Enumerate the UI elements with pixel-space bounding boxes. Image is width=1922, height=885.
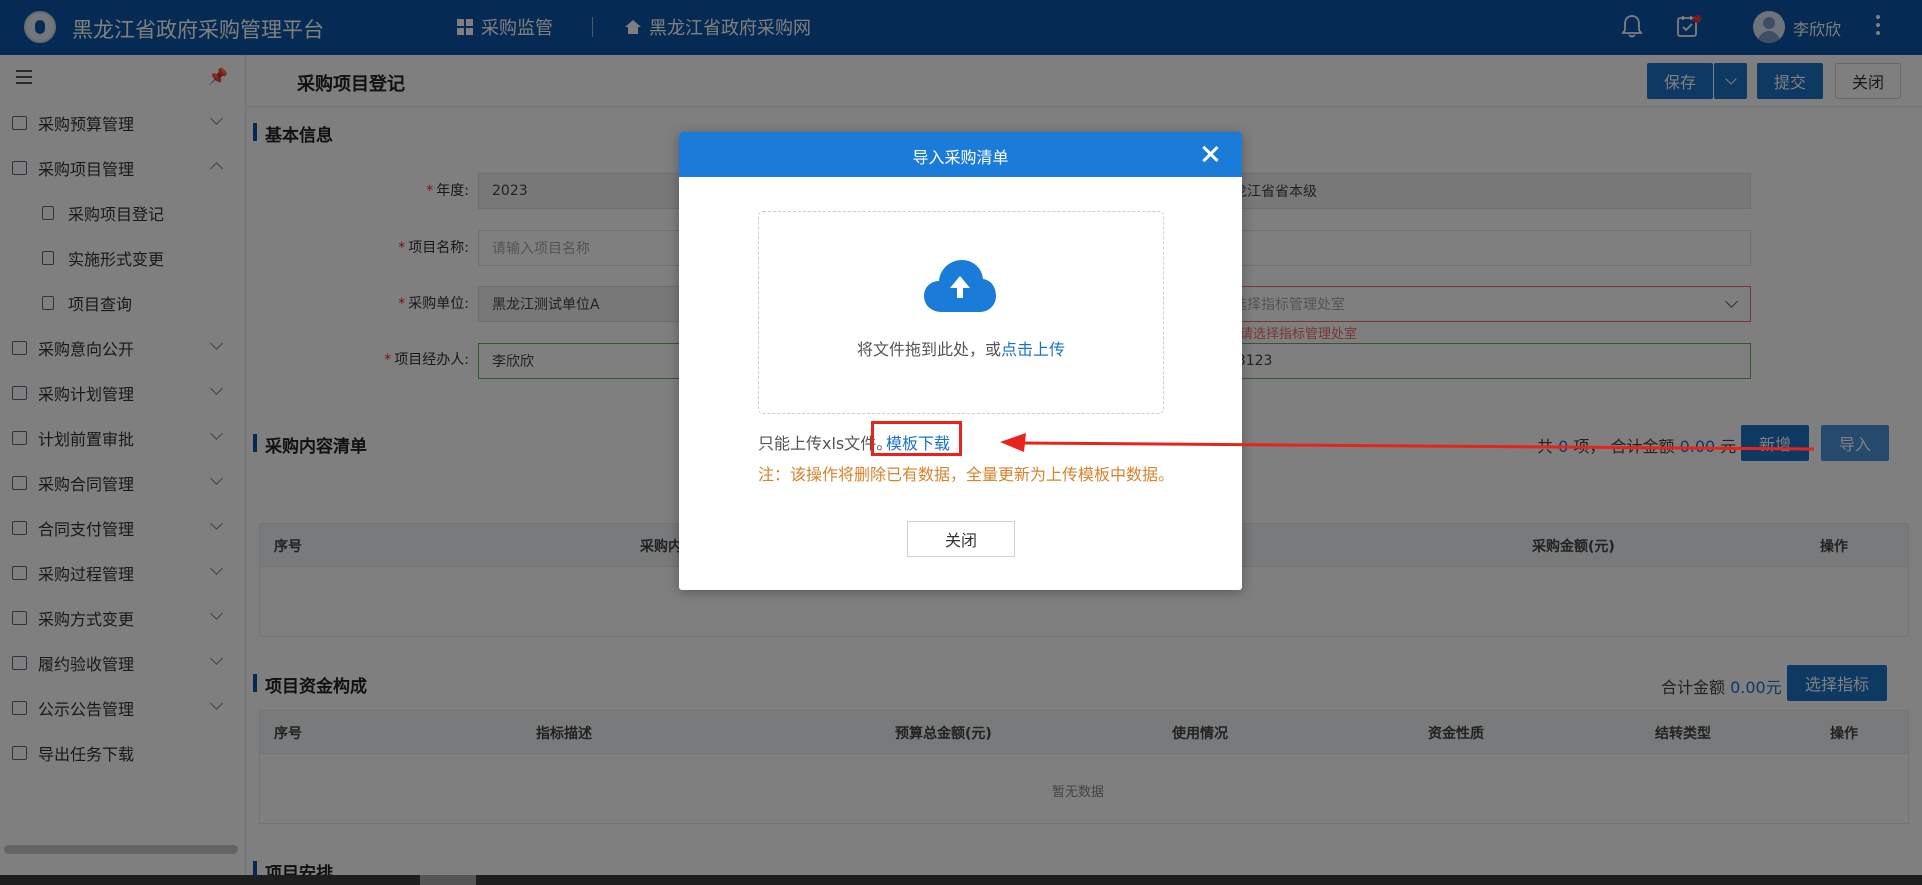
close-icon[interactable] bbox=[1200, 144, 1220, 164]
annotation-highlight-box bbox=[871, 421, 962, 456]
click-upload-link[interactable]: 点击上传 bbox=[1001, 340, 1065, 359]
horizontal-scrollbar[interactable] bbox=[0, 875, 1922, 885]
import-dialog: 导入采购清单 将文件拖到此处，或点击上传 只能上传xls文件。 模板下载 注：该… bbox=[679, 132, 1242, 590]
dialog-header: 导入采购清单 bbox=[679, 132, 1242, 177]
warning-note: 注：该操作将删除已有数据，全量更新为上传模板中数据。 bbox=[758, 465, 1175, 484]
cloud-upload-icon bbox=[924, 260, 996, 312]
scrollbar-thumb[interactable] bbox=[420, 875, 476, 885]
upload-dropzone[interactable]: 将文件拖到此处，或点击上传 bbox=[758, 211, 1164, 414]
dialog-title: 导入采购清单 bbox=[912, 148, 1009, 167]
dialog-close-button[interactable]: 关闭 bbox=[907, 521, 1015, 557]
annotation-arrow bbox=[1000, 433, 1815, 452]
dropzone-text: 将文件拖到此处，或点击上传 bbox=[856, 340, 1066, 359]
